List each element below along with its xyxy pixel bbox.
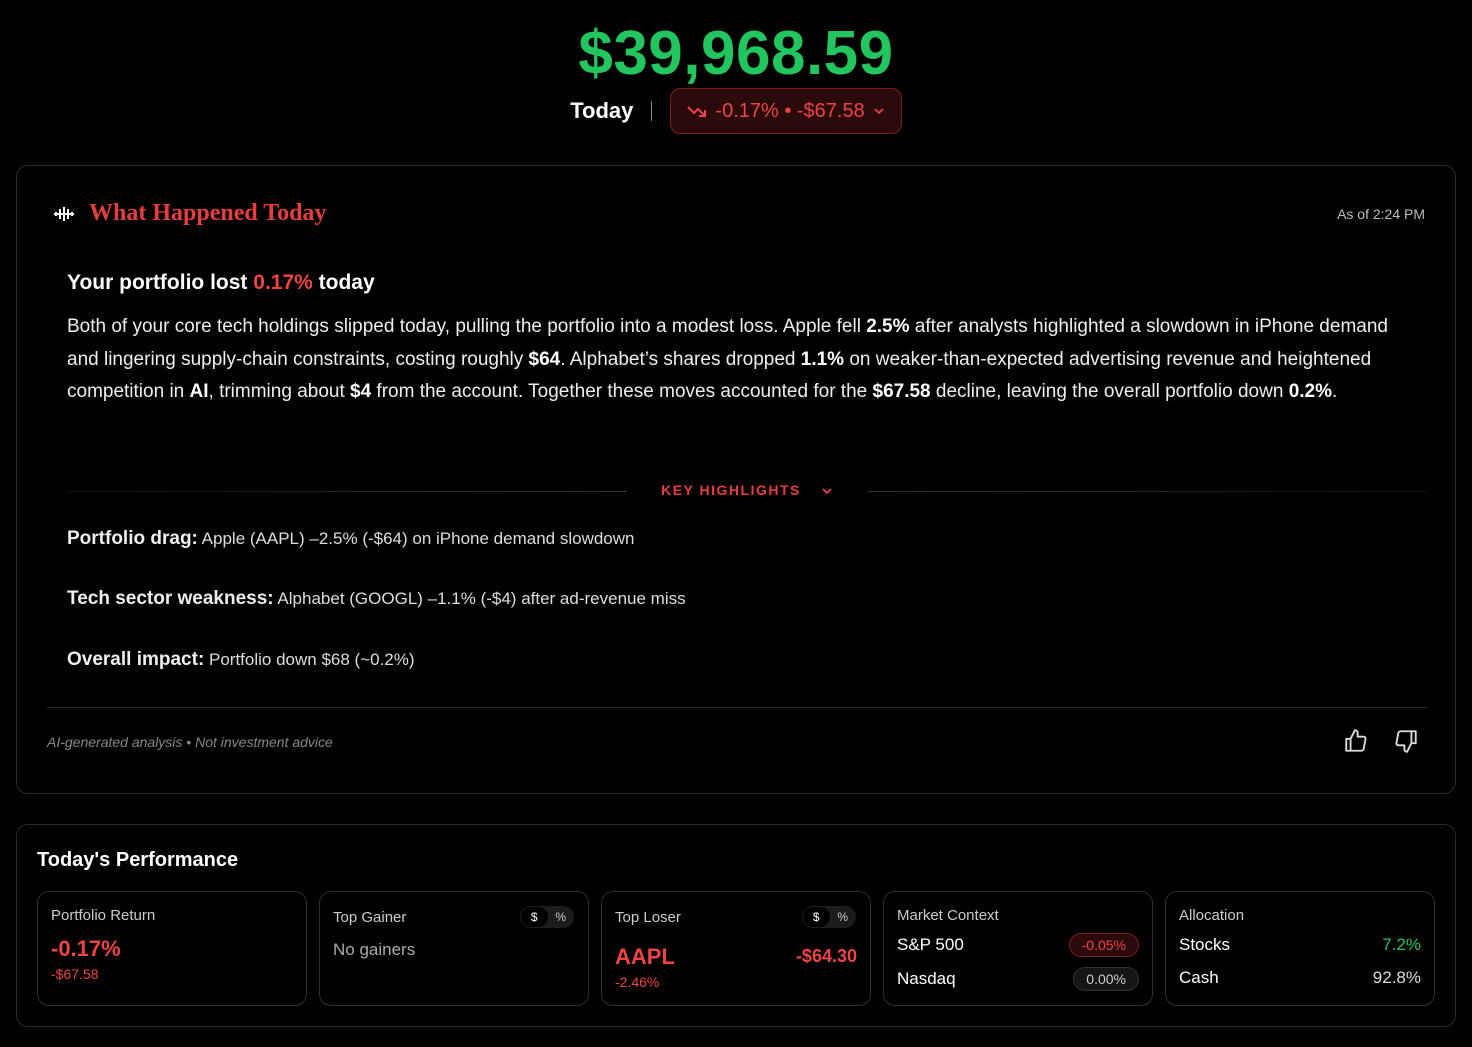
highlight-item: Portfolio drag: Apple (AAPL) –2.5% (-$64… xyxy=(67,528,635,549)
change-text: -0.17% • -$67.58 xyxy=(715,99,865,122)
return-amount: -$67.58 xyxy=(51,966,99,982)
status-badge: 0.00% xyxy=(1073,967,1139,991)
loser-amount: -$64.30 xyxy=(795,946,857,966)
trend-down-icon xyxy=(687,106,707,117)
allocation-row: Cash 92.8% xyxy=(1179,968,1421,987)
as-of-time: As of 2:24 PM xyxy=(1337,206,1425,222)
what-happened-card: What Happened Today As of 2:24 PM Your p… xyxy=(16,165,1456,794)
highlight-item: Tech sector weakness: Alphabet (GOOGL) –… xyxy=(67,588,686,609)
summary-headline: Your portfolio lost 0.17% today xyxy=(67,271,375,294)
portfolio-return-tile: Portfolio Return -0.17% -$67.58 xyxy=(37,891,307,1006)
portfolio-header: $39,968.59 xyxy=(0,18,1472,90)
ai-disclaimer: AI-generated analysis • Not investment a… xyxy=(47,734,333,750)
chevron-down-icon xyxy=(822,488,832,495)
change-dropdown-button[interactable]: -0.17% • -$67.58 xyxy=(670,88,902,134)
market-row: Nasdaq 0.00% xyxy=(897,967,1139,991)
top-gainer-tile: Top Gainer $ % No gainers xyxy=(319,891,589,1006)
portfolio-total-value: $39,968.59 xyxy=(578,19,894,88)
headline-pct: 0.17% xyxy=(253,271,313,294)
summary-paragraph: Both of your core tech holdings slipped … xyxy=(67,311,1407,409)
unit-toggle[interactable]: $ % xyxy=(520,906,574,928)
paragraph-text: , trimming about xyxy=(208,381,351,402)
emphasis-text: $67.58 xyxy=(872,381,931,402)
key-highlights-label: KEY HIGHLIGHTS xyxy=(67,482,1427,498)
chevron-down-icon xyxy=(874,108,884,115)
paragraph-text: Both of your core tech holdings slipped … xyxy=(67,316,867,337)
waveform-icon xyxy=(54,206,74,221)
unit-toggle[interactable]: $ % xyxy=(802,906,856,928)
card-title-row: What Happened Today xyxy=(53,200,326,227)
thumbs-down-icon[interactable] xyxy=(1393,728,1419,754)
paragraph-text: decline, leaving the overall portfolio d… xyxy=(930,381,1289,402)
emphasis-text: 1.1% xyxy=(800,348,845,370)
dollar-toggle[interactable]: $ xyxy=(803,907,830,927)
key-highlights-toggle[interactable]: KEY HIGHLIGHTS xyxy=(67,482,1427,502)
separator xyxy=(651,101,653,121)
emphasis-text: $4 xyxy=(350,381,372,402)
section-title: Today's Performance xyxy=(37,849,239,871)
paragraph-text: . xyxy=(1332,381,1338,402)
thumbs-up-icon[interactable] xyxy=(1343,728,1369,754)
card-title: What Happened Today xyxy=(89,200,327,226)
paragraph-text: . Alphabet’s shares dropped xyxy=(560,348,801,370)
loser-ticker: AAPL xyxy=(615,944,675,969)
allocation-tile: Allocation Stocks 7.2% Cash 92.8% xyxy=(1165,891,1435,1006)
allocation-row: Stocks 7.2% xyxy=(1179,935,1421,954)
todays-performance-section: Today's Performance Portfolio Return -0.… xyxy=(16,824,1456,1027)
percent-toggle[interactable]: % xyxy=(830,910,857,924)
percent-toggle[interactable]: % xyxy=(548,910,575,924)
market-row: S&P 500 -0.05% xyxy=(897,933,1139,957)
top-loser-tile: Top Loser $ % AAPL -2.46% -$64.30 xyxy=(601,891,871,1006)
dollar-toggle[interactable]: $ xyxy=(521,907,548,927)
today-change-row: Today -0.17% • -$67.58 xyxy=(0,88,1472,134)
emphasis-text: 2.5% xyxy=(866,316,910,337)
footer-divider xyxy=(47,707,1427,708)
feedback-buttons xyxy=(1343,728,1419,754)
status-badge: -0.05% xyxy=(1068,933,1139,957)
paragraph-text: from the account. Together these moves a… xyxy=(371,381,873,402)
return-pct: -0.17% xyxy=(51,936,121,961)
highlight-item: Overall impact: Portfolio down $68 (~0.2… xyxy=(67,649,415,670)
period-label: Today xyxy=(570,98,634,123)
market-context-tile: Market Context S&P 500 -0.05% Nasdaq 0.0… xyxy=(883,891,1153,1006)
emphasis-text: 0.2% xyxy=(1288,381,1332,402)
emphasis-text: $64 xyxy=(528,348,561,370)
no-gainers-text: No gainers xyxy=(333,940,416,959)
emphasis-text: AI xyxy=(189,381,209,402)
loser-pct: -2.46% xyxy=(615,974,660,990)
